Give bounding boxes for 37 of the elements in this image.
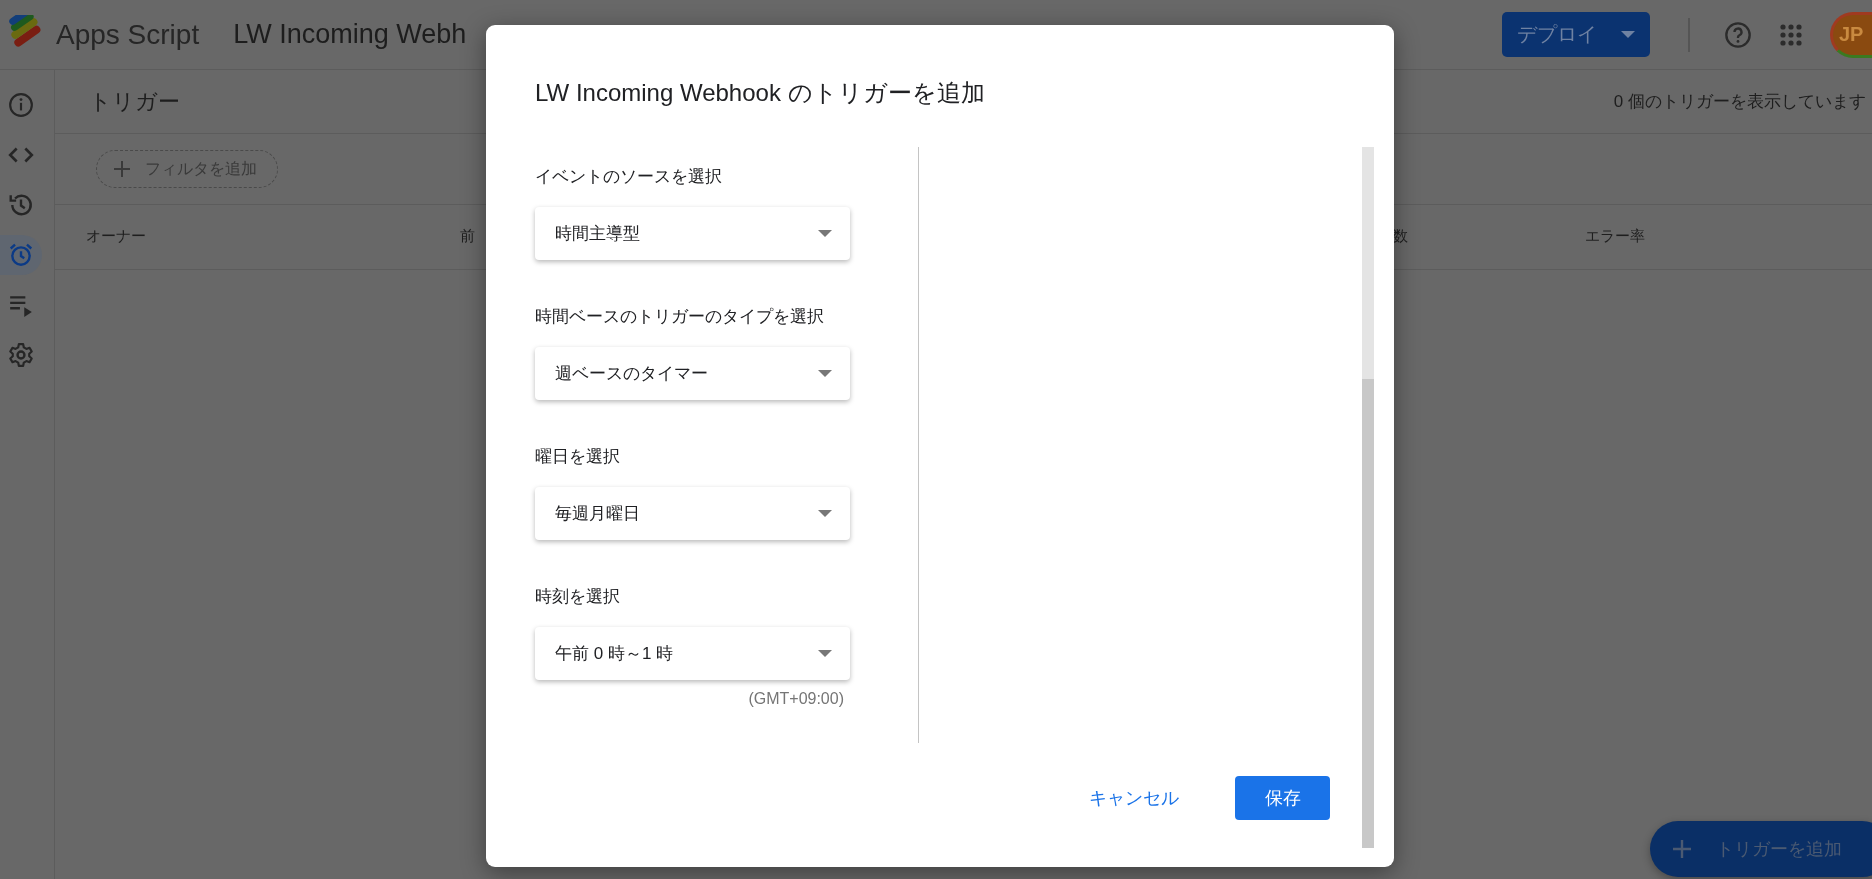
history-icon [8, 192, 34, 218]
scrollbar[interactable] [1362, 147, 1374, 848]
project-title[interactable]: LW Incoming Webh [233, 19, 467, 50]
caret-icon [818, 229, 832, 238]
help-icon[interactable] [1724, 20, 1752, 49]
caret-icon [818, 649, 832, 658]
dropdown-select[interactable]: 毎週月曜日 [535, 487, 850, 540]
column-header: 数 [1393, 227, 1408, 246]
dropdown-select[interactable]: 週ベースのタイマー [535, 347, 850, 400]
plus-icon [1672, 839, 1692, 859]
field-label: 時間ベースのトリガーのタイプを選択 [535, 306, 825, 328]
cancel-button[interactable]: キャンセル [1077, 776, 1191, 820]
dialog-title: LW Incoming Webhook のトリガーを追加 [535, 78, 986, 108]
settings-icon [8, 342, 34, 368]
apps-grid-icon[interactable] [1780, 23, 1802, 46]
caret-icon [818, 369, 832, 378]
alarm-clock-icon [8, 242, 34, 268]
deploy-button[interactable]: デプロイ [1502, 12, 1650, 57]
account-avatar[interactable]: JP [1830, 11, 1872, 58]
dropdown-select[interactable]: 午前 0 時～1 時 [535, 627, 850, 680]
save-button[interactable]: 保存 [1235, 776, 1330, 820]
column-header: オーナー [86, 227, 146, 246]
alarm-clock-nav-item[interactable] [0, 235, 42, 275]
caret-icon [818, 509, 832, 518]
timezone-note: (GMT+09:00) [748, 690, 844, 708]
field-label: 時刻を選択 [535, 586, 621, 608]
column-header: 前 [460, 227, 475, 246]
caret-icon [1621, 30, 1635, 39]
trigger-count: 0 個のトリガーを表示しています [1613, 91, 1866, 113]
info-icon [8, 92, 34, 118]
app-name: Apps Script [56, 18, 200, 51]
dropdown-select[interactable]: 時間主導型 [535, 207, 850, 260]
field-label: 曜日を選択 [535, 446, 621, 468]
page-title: トリガー [89, 87, 180, 116]
plus-icon [113, 160, 131, 178]
field-label: イベントのソースを選択 [535, 166, 723, 188]
column-header: エラー率 [1585, 227, 1645, 246]
